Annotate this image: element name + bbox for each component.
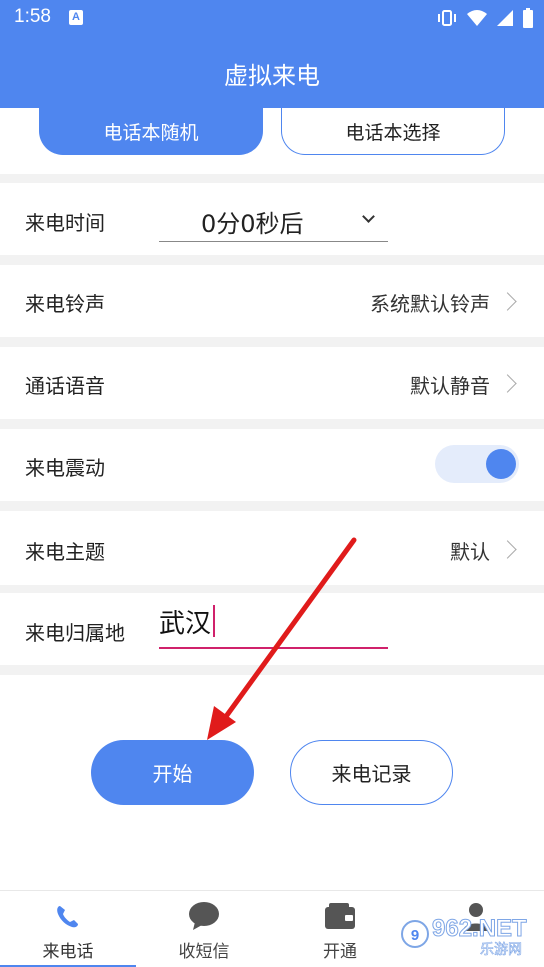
theme-label: 来电主题 <box>25 540 105 564</box>
toggle-knob <box>486 449 516 479</box>
ringtone-value: 系统默认铃声 <box>370 292 490 316</box>
phonebook-random-button[interactable]: 电话本随机 <box>39 108 263 155</box>
ringtone-row[interactable]: 来电铃声 系统默认铃声 <box>0 265 544 337</box>
call-time-dropdown[interactable]: 0分0秒后 <box>159 200 388 242</box>
call-time-value: 0分0秒后 <box>201 210 304 238</box>
voice-label: 通话语音 <box>25 374 105 398</box>
tab-incoming-call[interactable]: 来电话 <box>0 891 136 967</box>
location-input[interactable]: 武汉 <box>159 599 388 649</box>
chat-bubble-icon <box>189 902 219 930</box>
call-time-row: 来电时间 0分0秒后 <box>0 183 544 255</box>
app-bar: 虚拟来电 <box>0 36 544 108</box>
theme-row[interactable]: 来电主题 默认 <box>0 511 544 585</box>
tab-label: 来电话 <box>42 942 94 962</box>
vibrate-label: 来电震动 <box>25 456 105 480</box>
tab-label: 开通 <box>323 942 357 962</box>
page-title: 虚拟来电 <box>224 62 320 90</box>
vibrate-icon <box>438 10 456 26</box>
text-caret <box>213 605 216 637</box>
location-label: 来电归属地 <box>25 621 125 645</box>
svg-text:乐游网: 乐游网 <box>480 942 522 958</box>
svg-text:9: 9 <box>411 927 419 944</box>
chevron-right-icon <box>498 292 517 311</box>
system-icons <box>436 8 534 28</box>
notification-a-icon: A <box>69 10 83 25</box>
phonebook-segment: 电话本随机 电话本选择 <box>0 108 544 174</box>
chevron-right-icon <box>498 374 517 393</box>
vibrate-toggle[interactable] <box>435 445 519 483</box>
action-area: 开始 来电记录 <box>0 675 544 890</box>
start-button[interactable]: 开始 <box>91 740 254 805</box>
voice-row[interactable]: 通话语音 默认静音 <box>0 347 544 419</box>
location-value: 武汉 <box>159 603 216 640</box>
phonebook-select-button[interactable]: 电话本选择 <box>281 108 505 155</box>
battery-icon <box>523 8 533 28</box>
signal-icon <box>497 10 513 26</box>
call-time-label: 来电时间 <box>25 211 105 235</box>
chevron-right-icon <box>498 540 517 559</box>
phone-icon <box>57 906 78 928</box>
status-time: 1:58 <box>14 6 51 27</box>
location-row: 来电归属地 武汉 <box>0 593 544 665</box>
svg-text:962.NET: 962.NET <box>432 915 527 942</box>
call-record-button[interactable]: 来电记录 <box>290 740 453 805</box>
tab-activate[interactable]: 开通 <box>272 891 408 967</box>
voice-value: 默认静音 <box>410 374 490 398</box>
watermark-logo: 9 962.NET 乐游网 <box>401 915 528 958</box>
theme-value: 默认 <box>450 540 490 564</box>
tab-sms[interactable]: 收短信 <box>136 891 272 967</box>
wifi-icon <box>467 10 487 26</box>
chevron-down-icon <box>362 210 375 223</box>
tab-label: 收短信 <box>178 942 230 962</box>
vibrate-row: 来电震动 <box>0 429 544 501</box>
status-bar: 1:58 A <box>0 0 544 36</box>
wallet-icon <box>325 903 355 929</box>
ringtone-label: 来电铃声 <box>25 292 105 316</box>
